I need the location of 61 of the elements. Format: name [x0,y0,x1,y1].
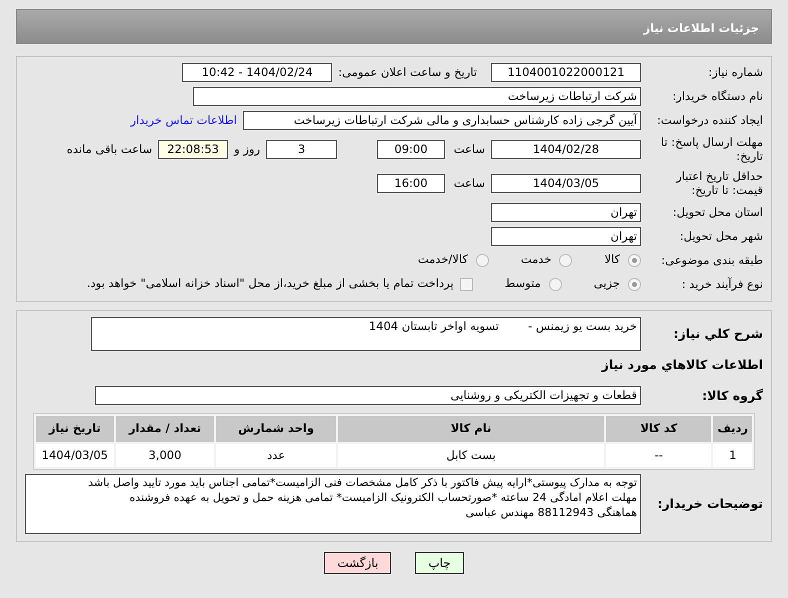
radio-label: کالا [604,251,620,268]
buyer-org-field: شرکت ارتباطات زیرساخت [193,87,641,106]
field-label: حداقل تاریخ اعتبار قیمت: تا تاریخ: [674,168,763,198]
field-label: شرح کلي نياز: [672,326,763,342]
province-field: تهران [491,202,641,222]
table-cell: 3,000 [116,444,214,467]
radio-label: متوسط [504,275,541,292]
table-cell: 1 [713,444,752,467]
field-label: شهر محل تحویل: [678,228,763,244]
section-title: اطلاعات کالاهاي مورد نياز [600,356,763,374]
radio-button[interactable] [548,278,562,290]
deadline-time-field: 09:00 [377,140,445,159]
goods-group-field: قطعات و تجهیزات الکتریکی و روشنایی [95,386,641,406]
table-cell: عدد [216,444,336,467]
column-header: کد کالا [606,416,712,442]
description-field: خرید بست یو زیمنس - تسویه اواخر تابستان 1404 [91,316,641,350]
field-label: تاریخ و ساعت اعلان عمومی: [338,64,477,81]
field-label: نوع فرآیند خرید : [680,276,763,292]
field-label: پرداخت تمام یا بخشی از مبلغ خرید،از محل "اسناد خزانه اسلامی" خواهد بود. [86,275,454,292]
back-button[interactable]: بازگشت [324,552,392,574]
buyer-notes-field: توجه به مدارک پیوستی*ارایه پیش فاکتور با ذکر کامل مشخصات فنی الزامیست*تمامی اجناس باید مورد تایید واصل باشد مهلت اعلام امادگی 24 ساعته *صورتحساب الکترونیک الزامیست* تمامی هزینه حمل و تحویل به عهده فروشنده هماهنگی 88112943 مهندس عباسی [25,474,641,534]
city-field: تهران [491,226,641,246]
validity-date-field: 1404/03/05 [491,174,641,193]
field-label: مهلت ارسال پاسخ: تا تاریخ: [660,135,763,164]
radio-button[interactable] [476,254,489,266]
column-header: واحد شمارش [216,416,336,442]
field-label: روز و [234,140,260,158]
table-cell: بست کابل [338,444,604,467]
column-header: تاریخ نیاز [36,416,114,442]
column-header: ردیف [713,416,752,442]
radio-button[interactable] [628,278,641,290]
remaining-time-field: 22:08:53 [158,140,228,159]
radio-label: خدمت [520,251,552,268]
field-label: ساعت [452,140,485,158]
field-label: توضیحات خریدار: [656,496,763,512]
field-label: ایجاد کننده درخواست: [656,113,763,128]
requester-field: آیین گرجی زاده کارشناس حسابداری و مالی شرکت ارتباطات زیرساخت [243,111,641,130]
validity-time-field: 16:00 [377,174,445,193]
field-label: ساعت باقی مانده [66,140,152,158]
radio-button[interactable] [628,254,641,266]
contact-info-link[interactable]: اطلاعات تماس خریدار [130,112,237,130]
deadline-date-field: 1404/02/28 [491,140,641,159]
radio-label: کالا/خدمت [418,251,468,268]
field-label: نام دستگاه خریدار: [671,89,763,104]
field-label: ساعت [452,174,485,192]
column-header: تعداد / مقدار [116,416,214,442]
radio-button[interactable] [559,254,572,266]
checkbox[interactable] [460,278,473,290]
field-label: استان محل تحویل: [672,204,763,220]
field-label: گروه کالا: [701,388,763,404]
announce-date-field: 1404/02/24 - 10:42 [182,63,332,82]
print-button[interactable]: چاپ [415,552,464,574]
page-header: جزئیات اطلاعات نیاز [16,9,772,44]
table-cell: 1404/03/05 [36,444,114,467]
days-field: 3 [266,140,337,159]
field-label: طبقه بندی موضوعی: [660,252,763,268]
field-label: شماره نیاز: [707,65,763,80]
column-header: نام کالا [338,416,604,442]
need-number-field: 1104001022000121 [491,63,641,82]
radio-label: جزیی [594,275,620,292]
table-cell: -- [606,444,712,467]
